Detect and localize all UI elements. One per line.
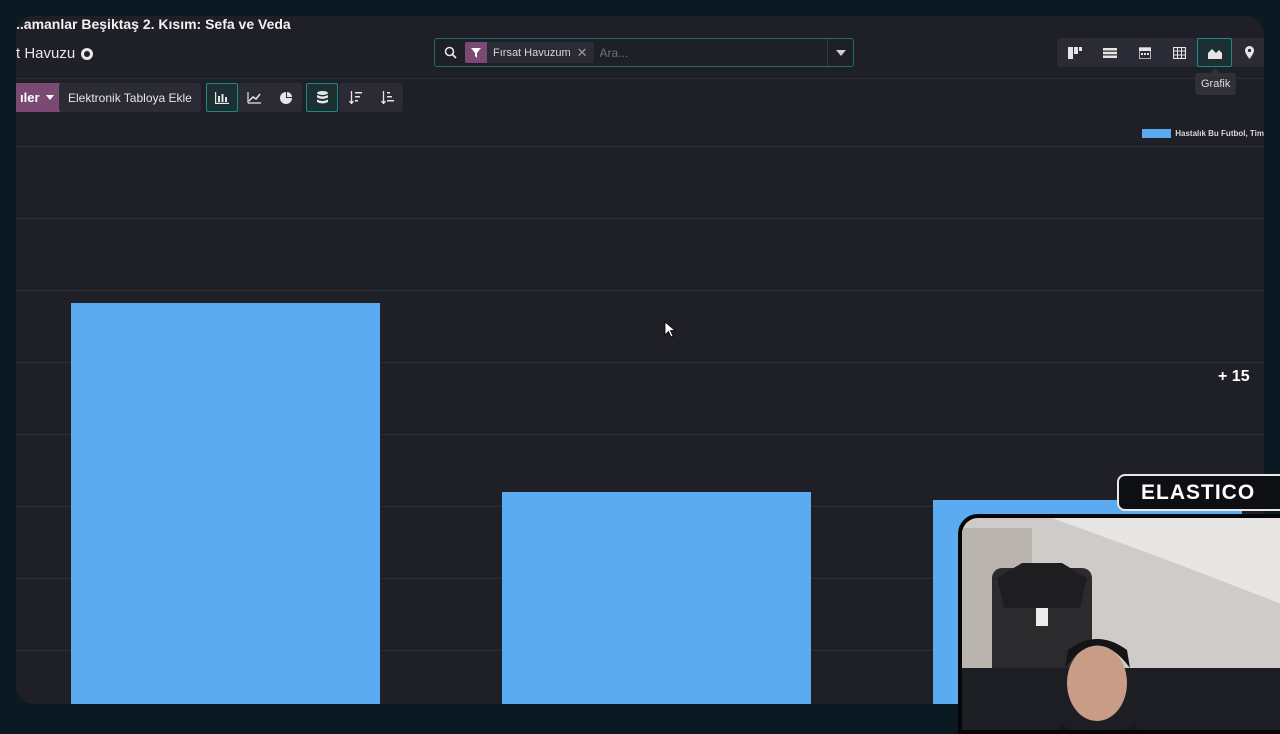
menu-dropdown-button[interactable]: ıler: [16, 83, 62, 112]
stack-group: [306, 83, 338, 112]
view-graph-button[interactable]: [1197, 38, 1232, 67]
view-switcher: [1057, 38, 1264, 67]
webcam-overlay: [958, 514, 1280, 734]
close-icon[interactable]: ✕: [577, 45, 594, 61]
view-map-button[interactable]: [1232, 38, 1264, 67]
sort-group: [339, 83, 403, 112]
search-options-toggle[interactable]: [827, 39, 853, 66]
line-chart-icon: [247, 91, 261, 104]
filter-icon: [465, 42, 487, 63]
facet-label: Fırsat Havuzum: [493, 46, 571, 59]
breadcrumb[interactable]: ..amanlar Beşiktaş 2. Kısım: Sefa ve Ved…: [16, 16, 291, 32]
chart-gridline: [16, 218, 1264, 219]
header-divider: [16, 78, 1264, 79]
chart-gridline: [16, 290, 1264, 291]
sort-descending-button[interactable]: [339, 83, 371, 112]
chart-bar[interactable]: [502, 491, 811, 704]
calendar-icon: [1138, 46, 1151, 59]
sort-ascending-button[interactable]: [371, 83, 403, 112]
pie-chart-icon: [280, 91, 292, 104]
kanban-icon: [1067, 46, 1082, 59]
search-bar[interactable]: Fırsat Havuzum ✕: [434, 38, 854, 67]
sort-ascending-icon: [380, 91, 394, 104]
page-title-text: t Havuzu: [16, 45, 76, 62]
stack-button[interactable]: [306, 83, 338, 112]
map-icon: [1245, 46, 1254, 59]
search-icon: [435, 46, 465, 59]
search-facet[interactable]: Fırsat Havuzum ✕: [465, 42, 594, 63]
chevron-down-icon: [835, 49, 846, 56]
chart-annotation: + 15: [1218, 368, 1250, 385]
add-to-spreadsheet-button[interactable]: Elektronik Tabloya Ekle: [59, 83, 201, 112]
view-kanban-button[interactable]: [1057, 38, 1092, 67]
brand-watermark: ELASTICO: [1117, 474, 1280, 511]
streamer-video: [962, 518, 1280, 730]
bar-chart-icon: [215, 91, 229, 104]
pie-chart-button[interactable]: [270, 83, 302, 112]
view-list-button[interactable]: [1092, 38, 1127, 67]
view-tooltip: Grafik: [1195, 68, 1237, 95]
chevron-down-icon: [45, 95, 54, 100]
chart-bar[interactable]: [71, 302, 380, 704]
sort-descending-icon: [348, 91, 362, 104]
line-chart-button[interactable]: [238, 83, 270, 112]
chart-type-group: [206, 83, 302, 112]
view-pivot-button[interactable]: [1162, 38, 1197, 67]
search-input[interactable]: [593, 45, 827, 60]
view-calendar-button[interactable]: [1127, 38, 1162, 67]
page-title: t Havuzu: [16, 45, 94, 62]
bar-chart-button[interactable]: [206, 83, 238, 112]
list-icon: [1102, 47, 1117, 58]
menu-dropdown-label: ıler: [20, 90, 40, 105]
graph-icon: [1207, 48, 1222, 59]
stack-icon: [316, 91, 328, 104]
pivot-icon: [1173, 46, 1186, 59]
mouse-cursor-icon: [664, 321, 676, 338]
gear-icon[interactable]: [81, 47, 94, 60]
chart-gridline: [16, 146, 1264, 147]
